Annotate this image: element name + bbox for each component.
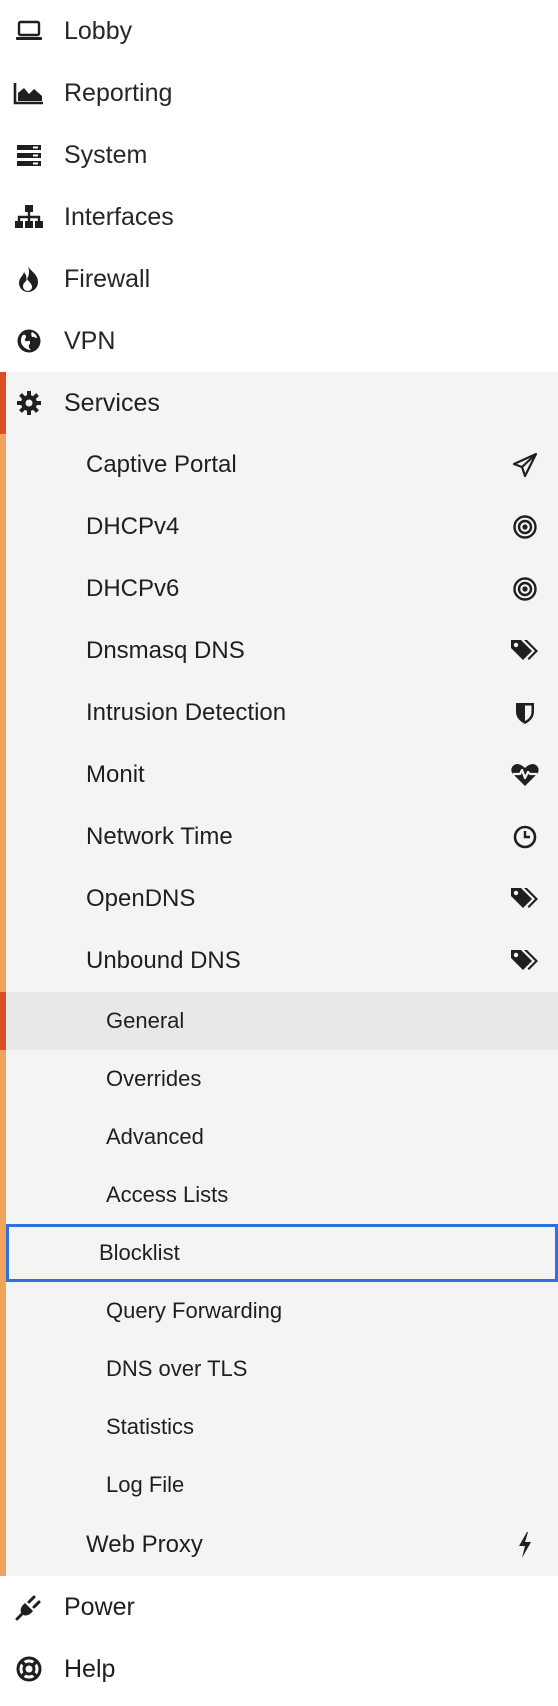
menu-item-label: Firewall: [64, 264, 151, 293]
menu-item-firewall[interactable]: Firewall: [0, 248, 558, 310]
lifebuoy-icon: [12, 1652, 46, 1686]
submenu-item-label: General: [106, 1008, 185, 1033]
menu-item-label: Dnsmasq DNS: [86, 637, 245, 664]
menu-item-label: Unbound DNS: [86, 947, 241, 974]
fire-icon: [12, 262, 46, 296]
menu-item-label: DHCPv4: [86, 513, 180, 540]
shield-icon: [510, 698, 540, 728]
sidebar-item-dhcpv4[interactable]: DHCPv4: [6, 496, 558, 558]
submenu-item-query-forwarding[interactable]: Query Forwarding: [6, 1282, 558, 1340]
sidebar-item-web-proxy[interactable]: Web Proxy: [6, 1514, 558, 1576]
menu-item-help[interactable]: Help: [0, 1638, 558, 1700]
submenu-item-advanced[interactable]: Advanced: [6, 1108, 558, 1166]
tags-icon: [510, 884, 540, 914]
menu-item-services[interactable]: Services: [0, 372, 558, 434]
menu-item-lobby[interactable]: Lobby: [0, 0, 558, 62]
menu-item-label: Intrusion Detection: [86, 699, 287, 726]
menu-item-label: DHCPv6: [86, 575, 180, 602]
menu-item-label: System: [64, 140, 148, 169]
menu-item-label: Monit: [86, 761, 145, 788]
paper-plane-icon: [510, 450, 540, 480]
submenu-item-blocklist[interactable]: Blocklist: [6, 1224, 558, 1282]
menu-item-interfaces[interactable]: Interfaces: [0, 186, 558, 248]
menu-item-label: Services: [64, 388, 160, 417]
sidebar-item-monit[interactable]: Monit: [6, 744, 558, 806]
gear-icon: [12, 386, 46, 420]
submenu-item-label: Log File: [106, 1472, 185, 1497]
bullseye-icon: [510, 574, 540, 604]
submenu-item-overrides[interactable]: Overrides: [6, 1050, 558, 1108]
submenu-item-label: Statistics: [106, 1414, 195, 1439]
menu-item-label: Web Proxy: [86, 1531, 203, 1558]
clock-icon: [510, 822, 540, 852]
menu-item-label: Power: [64, 1592, 135, 1621]
server-icon: [12, 138, 46, 172]
submenu-item-label: DNS over TLS: [106, 1356, 248, 1381]
sidebar-item-unbound-dns[interactable]: Unbound DNS: [6, 930, 558, 992]
submenu-item-statistics[interactable]: Statistics: [6, 1398, 558, 1456]
menu-item-label: Captive Portal: [86, 451, 237, 478]
globe-icon: [12, 324, 46, 358]
sidebar-item-captive-portal[interactable]: Captive Portal: [6, 434, 558, 496]
menu-item-vpn[interactable]: VPN: [0, 310, 558, 372]
menu-item-label: Network Time: [86, 823, 233, 850]
tags-icon: [510, 636, 540, 666]
submenu-item-dns-over-tls[interactable]: DNS over TLS: [6, 1340, 558, 1398]
sidebar-item-intrusion-detection[interactable]: Intrusion Detection: [6, 682, 558, 744]
menu-item-label: Help: [64, 1654, 116, 1683]
tags-icon: [510, 946, 540, 976]
laptop-icon: [12, 14, 46, 48]
menu-item-reporting[interactable]: Reporting: [0, 62, 558, 124]
submenu-item-label: Query Forwarding: [106, 1298, 283, 1323]
menu-item-label: VPN: [64, 326, 116, 355]
menu-item-label: Lobby: [64, 16, 133, 45]
menu-item-label: Interfaces: [64, 202, 174, 231]
sidebar-menu: Lobby Reporting System Interfaces Firewa…: [0, 0, 558, 1706]
sitemap-icon: [12, 200, 46, 234]
unbound-dns-submenu: General Overrides Advanced Access Lists …: [0, 992, 558, 1514]
menu-item-label: Reporting: [64, 78, 173, 107]
sidebar-item-network-time[interactable]: Network Time: [6, 806, 558, 868]
submenu-item-general[interactable]: General: [0, 992, 558, 1050]
bullseye-icon: [510, 512, 540, 542]
area-chart-icon: [12, 76, 46, 110]
menu-item-power[interactable]: Power: [0, 1576, 558, 1638]
sidebar-item-dhcpv6[interactable]: DHCPv6: [6, 558, 558, 620]
submenu-item-label: Blocklist: [99, 1240, 180, 1265]
submenu-item-label: Access Lists: [106, 1182, 229, 1207]
sidebar-item-dnsmasq-dns[interactable]: Dnsmasq DNS: [6, 620, 558, 682]
plug-icon: [12, 1590, 46, 1624]
heartbeat-icon: [510, 760, 540, 790]
menu-item-system[interactable]: System: [0, 124, 558, 186]
sidebar-item-opendns[interactable]: OpenDNS: [6, 868, 558, 930]
submenu-item-label: Overrides: [106, 1066, 202, 1091]
submenu-item-access-lists[interactable]: Access Lists: [6, 1166, 558, 1224]
submenu-item-label: Advanced: [106, 1124, 204, 1149]
services-section: Services Captive Portal DHCPv4 DHCPv6 Dn…: [0, 372, 558, 1576]
bolt-icon: [510, 1530, 540, 1560]
submenu-item-log-file[interactable]: Log File: [6, 1456, 558, 1514]
menu-item-label: OpenDNS: [86, 885, 196, 912]
